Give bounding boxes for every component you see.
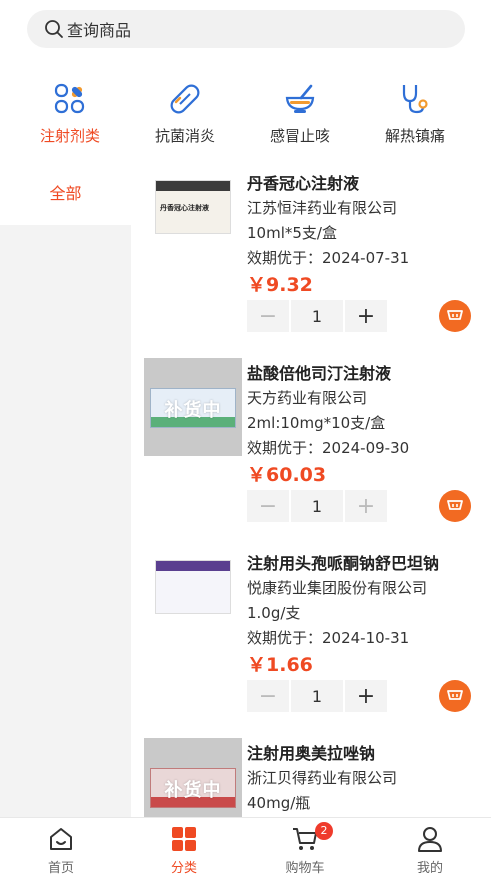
- search-bar[interactable]: 查询商品: [27, 10, 465, 48]
- quantity-stepper: − 1 +: [247, 490, 387, 522]
- category-label: 抗菌消炎: [154, 127, 215, 145]
- category-row: 注射剂类 抗菌消炎 感冒止咳 解热镇痛: [0, 82, 491, 152]
- product-name: 丹香冠心注射液: [247, 174, 360, 193]
- product-image: [144, 548, 242, 646]
- side-menu-item-all[interactable]: 全部: [0, 155, 131, 225]
- cart-icon: [447, 310, 463, 320]
- tab-label: 购物车: [285, 861, 325, 876]
- product-price: ￥60.03: [247, 464, 327, 486]
- decrease-button[interactable]: −: [247, 300, 289, 332]
- increase-button[interactable]: +: [345, 490, 387, 522]
- home-icon: [50, 828, 72, 850]
- tab-cart[interactable]: 2 购物车: [260, 822, 350, 876]
- quantity-value[interactable]: 1: [291, 300, 343, 332]
- search-placeholder: 查询商品: [67, 21, 132, 40]
- category-label: 感冒止咳: [269, 127, 330, 145]
- product-expiry: 效期优于：2024-09-30: [247, 439, 410, 457]
- product-image: 补货中: [144, 358, 242, 456]
- tab-label: 分类: [170, 861, 197, 876]
- product-maker: 江苏恒沣药业有限公司: [247, 199, 398, 217]
- category-injection[interactable]: 注射剂类: [20, 82, 120, 146]
- product-spec: 40mg/瓶: [247, 794, 311, 812]
- product-spec: 1.0g/支: [247, 604, 301, 622]
- quantity-stepper: − 1 +: [247, 680, 387, 712]
- mortar-pestle-icon: [285, 84, 315, 113]
- category-antibacterial[interactable]: 抗菌消炎: [135, 82, 235, 146]
- capsule-icon: [170, 84, 200, 114]
- add-to-cart-button[interactable]: [439, 680, 471, 712]
- search-icon: [45, 20, 63, 38]
- increase-button[interactable]: +: [345, 680, 387, 712]
- product-expiry: 效期优于：2024-10-31: [247, 629, 410, 647]
- bottom-tab-bar: 首页 分类 2 购物车 我的: [0, 817, 491, 877]
- add-to-cart-button[interactable]: [439, 300, 471, 332]
- quantity-stepper: − 1 +: [247, 300, 387, 332]
- cart-icon: [447, 500, 463, 510]
- category-fever-pain[interactable]: 解热镇痛: [365, 82, 465, 146]
- cart-badge: 2: [315, 822, 333, 840]
- tab-category[interactable]: 分类: [139, 825, 229, 876]
- tab-label: 我的: [416, 861, 443, 876]
- quantity-value[interactable]: 1: [291, 680, 343, 712]
- vials-grid-icon: [54, 83, 85, 114]
- tab-mine[interactable]: 我的: [385, 825, 475, 876]
- product-name: 盐酸倍他司汀注射液: [247, 364, 392, 383]
- product-price: ￥9.32: [247, 274, 313, 296]
- category-icon: [172, 827, 196, 851]
- product-maker: 悦康药业集团股份有限公司: [247, 579, 428, 597]
- product-expiry: 效期优于：2024-07-31: [247, 249, 410, 267]
- product-image: 丹香冠心注射液: [144, 168, 242, 266]
- product-spec: 10ml*5支/盒: [247, 224, 337, 242]
- product-maker: 天方药业有限公司: [247, 389, 368, 407]
- quantity-value[interactable]: 1: [291, 490, 343, 522]
- product-name: 注射用奥美拉唑钠: [247, 744, 376, 763]
- category-cold-cough[interactable]: 感冒止咳: [250, 82, 350, 146]
- cart-icon: [447, 690, 463, 700]
- stethoscope-icon: [402, 85, 428, 114]
- side-menu-label: 全部: [49, 184, 82, 203]
- product-maker: 浙江贝得药业有限公司: [247, 769, 398, 787]
- side-menu: 全部: [0, 155, 131, 817]
- product-price: ￥1.66: [247, 654, 313, 676]
- category-label: 注射剂类: [39, 127, 100, 145]
- decrease-button[interactable]: −: [247, 490, 289, 522]
- category-label: 解热镇痛: [384, 127, 445, 145]
- restock-label: 补货中: [164, 400, 222, 421]
- decrease-button[interactable]: −: [247, 680, 289, 712]
- increase-button[interactable]: +: [345, 300, 387, 332]
- add-to-cart-button[interactable]: [439, 490, 471, 522]
- product-spec: 2ml:10mg*10支/盒: [247, 414, 386, 432]
- restock-label: 补货中: [164, 780, 222, 801]
- tab-home[interactable]: 首页: [16, 825, 106, 876]
- user-icon: [418, 827, 442, 852]
- tab-label: 首页: [47, 861, 74, 876]
- product-name: 注射用头孢哌酮钠舒巴坦钠: [247, 554, 440, 573]
